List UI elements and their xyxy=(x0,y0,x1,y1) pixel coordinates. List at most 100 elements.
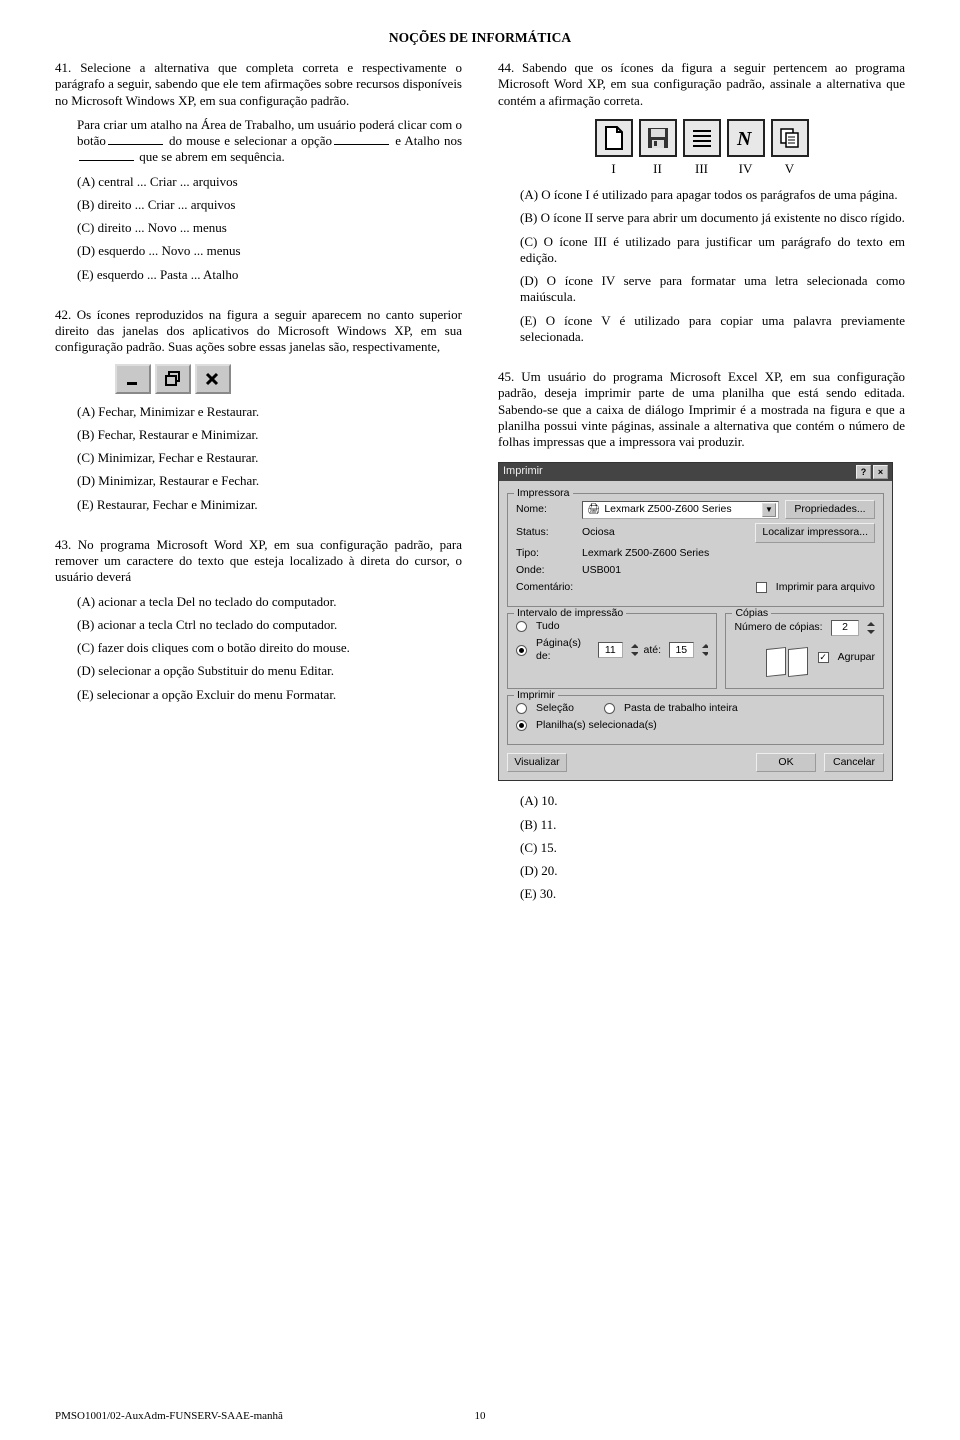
q44-opt-e[interactable]: (E) O ícone V é utilizado para copiar um… xyxy=(520,313,905,346)
page-number: 10 xyxy=(465,1410,495,1422)
q42-opt-b[interactable]: (B) Fechar, Restaurar e Minimizar. xyxy=(77,427,462,443)
q43-opt-c[interactable]: (C) fazer dois cliques com o botão direi… xyxy=(77,640,462,656)
q41-text: Selecione a alternativa que completa cor… xyxy=(55,60,462,108)
icon-label-1: I xyxy=(595,161,633,177)
save-disk-icon xyxy=(639,119,677,157)
copies-group: Cópias Número de cópias: 2 ✓ xyxy=(725,613,884,689)
cancel-button[interactable]: Cancelar xyxy=(824,753,884,772)
print-what-title: Imprimir xyxy=(514,689,558,702)
radio-planilha-label: Planilha(s) selecionada(s) xyxy=(536,719,657,732)
chevron-down-icon[interactable]: ▼ xyxy=(762,503,776,517)
copies-input[interactable]: 2 xyxy=(831,620,859,636)
label-onde: Onde: xyxy=(516,564,576,577)
bold-n-icon: N xyxy=(727,119,765,157)
properties-button[interactable]: Propriedades... xyxy=(785,500,875,519)
label-ate: até: xyxy=(644,644,662,657)
radio-paginas-label: Página(s) de: xyxy=(536,637,590,663)
spinner-icon[interactable] xyxy=(867,621,875,635)
new-doc-icon xyxy=(595,119,633,157)
question-43: 43. No programa Microsoft Word XP, em su… xyxy=(55,537,462,703)
preview-button[interactable]: Visualizar xyxy=(507,753,567,772)
range-group: Intervalo de impressão Tudo Página(s) de… xyxy=(507,613,717,689)
label-ncopies: Número de cópias: xyxy=(734,621,822,634)
q43-opt-e[interactable]: (E) selecionar a opção Excluir do menu F… xyxy=(77,687,462,703)
q44-text: Sabendo que os ícones da figura a seguir… xyxy=(498,60,905,108)
q44-opt-c[interactable]: (C) O ícone III é utilizado para justifi… xyxy=(520,234,905,267)
q45-num: 45. xyxy=(498,369,514,384)
find-printer-button[interactable]: Localizar impressora... xyxy=(755,523,875,542)
q41-opt-b[interactable]: (B) direito ... Criar ... arquivos xyxy=(77,197,462,213)
restore-icon xyxy=(155,364,191,394)
onde-value: USB001 xyxy=(582,564,621,577)
printer-group: Impressora Nome: 🖨 Lexmark Z500-Z600 Ser… xyxy=(507,493,884,607)
page-to-input[interactable]: 15 xyxy=(669,642,694,658)
minimize-icon xyxy=(115,364,151,394)
print-dialog: Imprimir ? × Impressora Nome: 🖨 Lexmark … xyxy=(498,462,893,781)
help-button[interactable]: ? xyxy=(856,465,871,479)
spinner-icon[interactable] xyxy=(702,643,709,657)
spinner-icon[interactable] xyxy=(631,643,638,657)
q43-opt-d[interactable]: (D) selecionar a opção Substituir do men… xyxy=(77,663,462,679)
q42-opt-e[interactable]: (E) Restaurar, Fechar e Minimizar. xyxy=(77,497,462,513)
q41-opt-a[interactable]: (A) central ... Criar ... arquivos xyxy=(77,174,462,190)
q44-num: 44. xyxy=(498,60,514,75)
collate-label: Agrupar xyxy=(838,651,875,664)
print-to-file-checkbox[interactable] xyxy=(756,582,767,593)
q43-text: No programa Microsoft Word XP, em sua co… xyxy=(55,537,462,585)
q44-opt-b[interactable]: (B) O ícone II serve para abrir um docum… xyxy=(520,210,905,226)
copy-icon xyxy=(771,119,809,157)
question-45: 45. Um usuário do programa Microsoft Exc… xyxy=(498,369,905,903)
question-44: 44. Sabendo que os ícones da figura a se… xyxy=(498,60,905,345)
q42-text: Os ícones reproduzidos na figura a segui… xyxy=(55,307,462,355)
radio-paginas[interactable] xyxy=(516,645,527,656)
printer-group-title: Impressora xyxy=(514,487,573,500)
radio-tudo[interactable] xyxy=(516,621,527,632)
q41-opt-c[interactable]: (C) direito ... Novo ... menus xyxy=(77,220,462,236)
q41-para3: e Atalho nos xyxy=(395,133,462,148)
window-buttons-figure xyxy=(115,364,462,394)
q42-opt-d[interactable]: (D) Minimizar, Restaurar e Fechar. xyxy=(77,473,462,489)
justify-icon xyxy=(683,119,721,157)
footer-code: PMSO1001/02-AuxAdm-FUNSERV-SAAE-manhã xyxy=(55,1410,465,1422)
radio-planilha[interactable] xyxy=(516,720,527,731)
close-button[interactable]: × xyxy=(873,465,888,479)
ok-button[interactable]: OK xyxy=(756,753,816,772)
q41-num: 41. xyxy=(55,60,71,75)
label-comentario: Comentário: xyxy=(516,581,576,594)
q42-opt-a[interactable]: (A) Fechar, Minimizar e Restaurar. xyxy=(77,404,462,420)
blank xyxy=(334,133,389,145)
tipo-value: Lexmark Z500-Z600 Series xyxy=(582,547,709,560)
page-footer: PMSO1001/02-AuxAdm-FUNSERV-SAAE-manhã 10 xyxy=(55,1410,905,1422)
collate-checkbox[interactable]: ✓ xyxy=(818,652,829,663)
label-nome: Nome: xyxy=(516,503,576,516)
label-status: Status: xyxy=(516,526,576,539)
dialog-titlebar: Imprimir ? × xyxy=(499,463,892,481)
q44-opt-d[interactable]: (D) O ícone IV serve para formatar uma l… xyxy=(520,273,905,306)
q42-opt-c[interactable]: (C) Minimizar, Fechar e Restaurar. xyxy=(77,450,462,466)
printer-name-combo[interactable]: 🖨 Lexmark Z500-Z600 Series ▼ xyxy=(582,501,779,519)
radio-selecao[interactable] xyxy=(516,703,527,714)
q45-opt-a[interactable]: (A) 10. xyxy=(520,793,905,809)
q45-opt-b[interactable]: (B) 11. xyxy=(520,817,905,833)
q45-text: Um usuário do programa Microsoft Excel X… xyxy=(498,369,905,449)
blank xyxy=(79,150,134,162)
q41-opt-e[interactable]: (E) esquerdo ... Pasta ... Atalho xyxy=(77,267,462,283)
range-group-title: Intervalo de impressão xyxy=(514,607,626,620)
q41-opt-d[interactable]: (D) esquerdo ... Novo ... menus xyxy=(77,243,462,259)
q45-opt-e[interactable]: (E) 30. xyxy=(520,886,905,902)
word-icons-figure: N xyxy=(498,119,905,157)
q43-opt-a[interactable]: (A) acionar a tecla Del no teclado do co… xyxy=(77,594,462,610)
q41-para2: do mouse e selecionar a opção xyxy=(169,133,332,148)
radio-pasta[interactable] xyxy=(604,703,615,714)
print-to-file-label: Imprimir para arquivo xyxy=(776,581,875,594)
page-from-input[interactable]: 11 xyxy=(598,642,623,658)
q45-opt-c[interactable]: (C) 15. xyxy=(520,840,905,856)
radio-selecao-label: Seleção xyxy=(536,702,574,715)
q43-opt-b[interactable]: (B) acionar a tecla Ctrl no teclado do c… xyxy=(77,617,462,633)
icon-label-4: IV xyxy=(727,161,765,177)
close-icon xyxy=(195,364,231,394)
q45-opt-d[interactable]: (D) 20. xyxy=(520,863,905,879)
q44-opt-a[interactable]: (A) O ícone I é utilizado para apagar to… xyxy=(520,187,905,203)
q43-num: 43. xyxy=(55,537,71,552)
dialog-title: Imprimir xyxy=(503,465,543,479)
